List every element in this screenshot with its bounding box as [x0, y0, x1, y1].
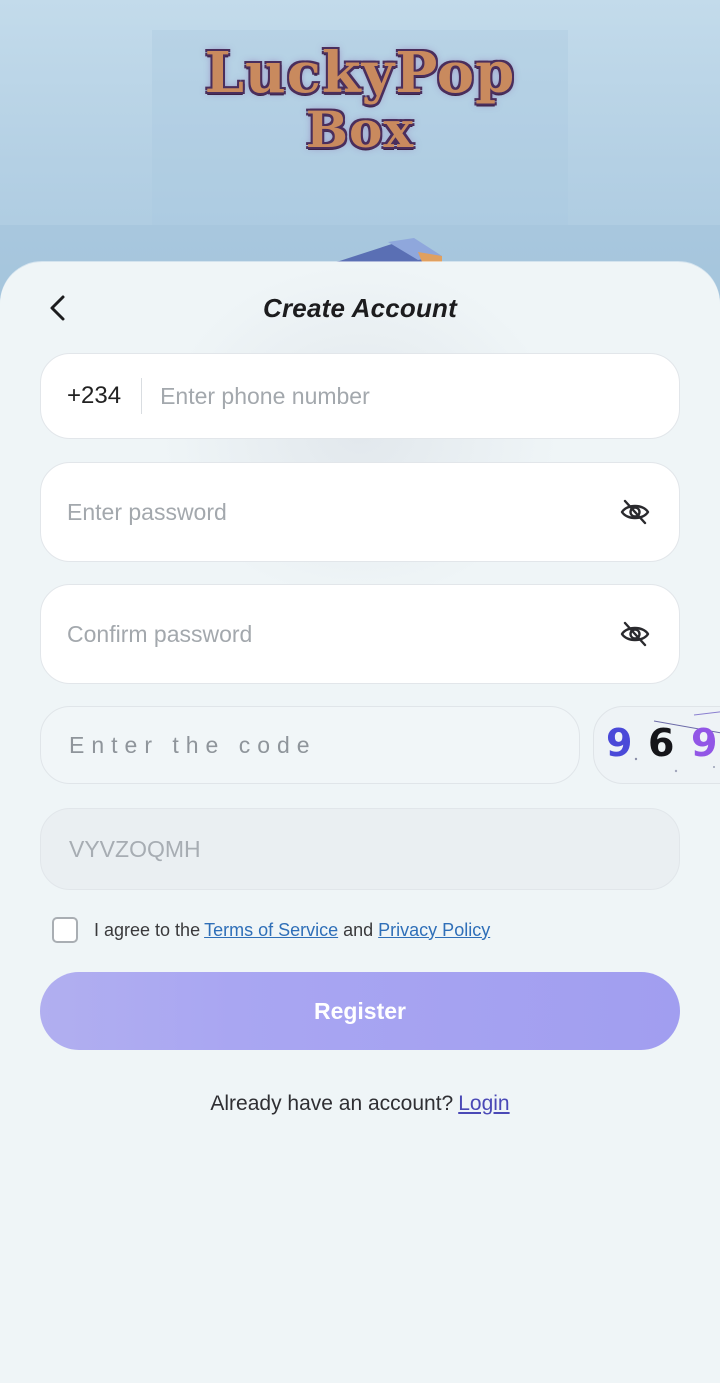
terms-agreement: I agree to the Terms of Service and Priv… — [52, 916, 490, 944]
privacy-link[interactable]: Privacy Policy — [378, 920, 490, 941]
page-title: Create Account — [263, 293, 457, 323]
invite-code-field[interactable] — [40, 808, 680, 890]
captcha-digit: 9 — [691, 721, 718, 765]
phone-input[interactable] — [142, 354, 679, 438]
invite-code-input[interactable] — [67, 834, 679, 864]
agree-prefix: I agree to the — [94, 919, 201, 940]
login-prompt-text: Already have an account? — [210, 1092, 454, 1115]
login-link[interactable]: Login — [458, 1092, 509, 1115]
eye-off-icon[interactable] — [619, 618, 651, 650]
login-prompt: Already have an account? Login — [0, 1092, 720, 1116]
captcha-image[interactable]: 9 6 9 — [593, 706, 720, 784]
captcha-digit: 6 — [648, 721, 675, 765]
captcha-code-field[interactable] — [40, 706, 580, 784]
phone-field[interactable]: +234 — [40, 353, 680, 439]
agree-and: and — [343, 919, 374, 940]
confirm-password-field[interactable] — [40, 584, 680, 684]
captcha-code-input[interactable] — [67, 730, 579, 760]
terms-link[interactable]: Terms of Service — [204, 920, 338, 941]
agree-checkbox[interactable] — [52, 917, 78, 943]
create-account-sheet: Create Account +234 Enter phone number E… — [0, 262, 720, 1383]
eye-off-icon[interactable] — [619, 496, 651, 528]
logo-line-1: LuckyPop — [204, 40, 516, 106]
password-input[interactable] — [67, 463, 619, 561]
hero-banner: LuckyPop Box — [0, 0, 720, 300]
logo-line-2: Box — [305, 100, 415, 159]
app-logo: LuckyPop Box — [150, 38, 570, 178]
confirm-password-input[interactable] — [67, 585, 619, 683]
captcha-digit: 9 — [606, 721, 633, 765]
password-field[interactable] — [40, 462, 680, 562]
register-button[interactable]: Register — [40, 972, 680, 1050]
country-code[interactable]: +234 — [67, 378, 143, 414]
